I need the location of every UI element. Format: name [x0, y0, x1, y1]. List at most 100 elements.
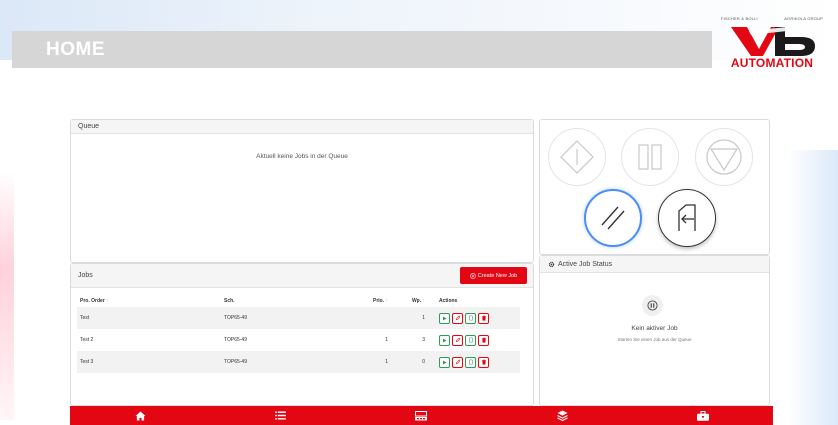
cell-order: Test 3 — [77, 351, 224, 373]
pencil-icon — [455, 337, 460, 343]
pencil-icon — [455, 359, 460, 365]
jobs-panel-header: Jobs Create New Job — [71, 264, 533, 288]
delete-job-button[interactable] — [478, 356, 489, 368]
logo-top-left-text: FISCHER & BOLLI — [721, 16, 758, 21]
nav-toolbox[interactable] — [683, 406, 723, 425]
start-job-button[interactable] — [439, 312, 450, 324]
plus-circle-icon — [469, 272, 476, 279]
copy-job-button[interactable] — [465, 312, 476, 324]
header-bar: HOME — [12, 31, 712, 68]
start-button[interactable] — [548, 128, 606, 186]
jobs-table: Pro. Order ↑ Sch. Prio. ↑ Wp. ↑ Actions … — [77, 295, 520, 373]
pause-icon — [638, 144, 662, 170]
sort-icon: ↑ — [385, 298, 389, 304]
copy-icon — [468, 359, 473, 365]
cell-sch: TOP65-49 — [224, 307, 341, 329]
bottom-nav — [70, 406, 773, 425]
toolbox-icon — [696, 410, 709, 421]
copy-icon — [468, 315, 473, 321]
machine-control-panel — [539, 119, 770, 255]
reset-slash-icon — [601, 206, 625, 230]
trash-icon — [481, 337, 486, 343]
cell-sch: TOP65-49 — [224, 337, 247, 343]
column-header-sch[interactable]: Sch. — [224, 295, 341, 307]
list-icon — [275, 411, 287, 420]
background-left-accent — [0, 170, 14, 420]
reset-button[interactable] — [584, 189, 642, 247]
delete-job-button[interactable] — [478, 312, 489, 324]
start-job-button[interactable] — [439, 334, 450, 346]
exit-button[interactable] — [658, 189, 716, 247]
edit-job-button[interactable] — [452, 312, 463, 324]
queue-empty-message: Aktuell keine Jobs in der Queue — [256, 153, 348, 160]
cell-prio: 1 — [341, 351, 396, 373]
cell-order: Test 2 — [80, 337, 94, 343]
column-header-wp[interactable]: Wp. ↑ — [396, 295, 431, 307]
cell-prio: 1 — [385, 337, 388, 343]
logo-top-right-text: AGRIKOLA GROUP — [784, 16, 823, 21]
queue-title: Queue — [78, 123, 100, 130]
status-panel-header: Active Job Status — [540, 256, 769, 273]
machine-icon — [415, 410, 428, 420]
cell-sch: TOP65-49 — [224, 351, 341, 373]
copy-job-button[interactable] — [465, 334, 476, 346]
trash-icon — [481, 315, 486, 321]
play-icon — [443, 338, 447, 342]
sort-icon: ↑ — [106, 298, 109, 304]
vb-logo-mark — [731, 27, 815, 56]
cell-actions — [431, 329, 520, 351]
logo-caption: AUTOMATION — [730, 56, 814, 70]
queue-panel: Queue Aktuell keine Jobs in der Queue — [70, 119, 534, 263]
gear-icon — [548, 261, 555, 267]
pencil-icon — [455, 315, 460, 321]
play-icon — [443, 360, 447, 364]
play-icon — [443, 316, 447, 320]
cell-order: Test — [77, 307, 224, 329]
start-job-button[interactable] — [439, 356, 450, 368]
create-new-job-label: Create New Job — [477, 272, 518, 279]
sort-icon: ↑ — [422, 298, 426, 304]
active-job-status-panel: Active Job Status Kein aktiver Job Start… — [539, 255, 770, 406]
jobs-panel: Jobs Create New Job Pro. Order ↑ Sch. Pr… — [70, 263, 534, 406]
nav-layers[interactable] — [542, 406, 582, 425]
stop-button[interactable] — [695, 128, 753, 186]
company-logo: FISCHER & BOLLI AGRIKOLA GROUP AUTOMATIO… — [721, 16, 823, 70]
jobs-table-header-row: Pro. Order ↑ Sch. Prio. ↑ Wp. ↑ Actions — [77, 295, 520, 307]
table-row: Test 2 TOP65-49 1 3 — [77, 329, 520, 351]
pause-circle-icon — [647, 300, 658, 311]
create-new-job-button[interactable]: Create New Job — [460, 267, 527, 284]
column-header-order[interactable]: Pro. Order ↑ — [77, 295, 224, 307]
status-title: Active Job Status — [558, 260, 613, 268]
nav-machine[interactable] — [401, 406, 441, 425]
copy-icon — [468, 337, 473, 343]
jobs-title: Jobs — [78, 272, 93, 279]
trash-icon — [481, 359, 486, 365]
table-row: Test 3 TOP65-49 1 0 — [77, 351, 520, 373]
pause-button[interactable] — [621, 128, 679, 186]
edit-job-button[interactable] — [452, 334, 463, 346]
stop-triangle-icon — [706, 139, 742, 175]
page-title: HOME — [46, 38, 105, 60]
cell-wp: 1 — [396, 307, 431, 329]
nav-home[interactable] — [120, 406, 160, 425]
column-header-prio[interactable]: Prio. ↑ — [341, 295, 396, 307]
no-active-job-subtext: Starten Sie einen Job aus der Queue — [617, 337, 692, 342]
exit-door-icon — [678, 204, 696, 231]
delete-job-button[interactable] — [478, 334, 489, 346]
cell-wp: 0 — [396, 351, 431, 373]
background-right-accent — [788, 150, 838, 425]
table-row: Test TOP65-49 1 — [77, 307, 520, 329]
copy-job-button[interactable] — [465, 356, 476, 368]
cell-prio — [341, 307, 396, 329]
cell-wp: 3 — [422, 337, 425, 343]
start-diamond-icon — [560, 140, 594, 174]
layers-icon — [556, 410, 568, 421]
cell-actions — [431, 351, 520, 373]
no-active-job-heading: Kein aktiver Job — [631, 325, 678, 332]
status-pause-badge — [642, 295, 663, 316]
queue-panel-header: Queue — [71, 120, 533, 134]
edit-job-button[interactable] — [452, 356, 463, 368]
nav-jobs-list[interactable] — [261, 406, 301, 425]
home-icon — [135, 410, 146, 421]
column-header-actions: Actions — [439, 298, 458, 304]
